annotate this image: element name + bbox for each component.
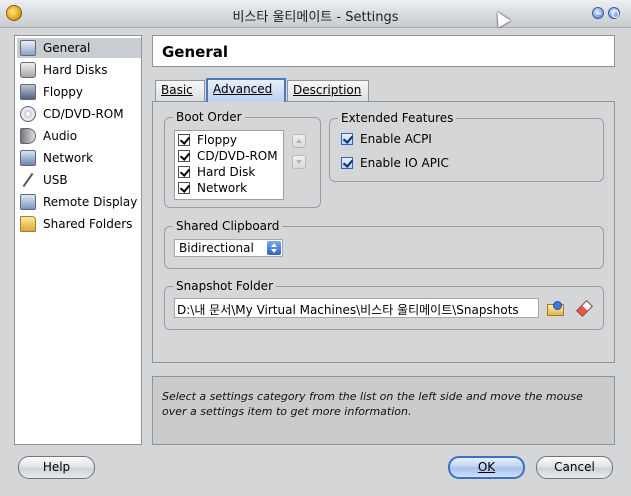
floppy-boot-checkbox[interactable] [178, 134, 190, 146]
list-item[interactable]: Network [178, 180, 247, 196]
list-item[interactable]: CD/DVD-ROM [178, 148, 278, 164]
boot-order-label: Boot Order [173, 110, 245, 124]
minimize-button[interactable] [592, 7, 604, 19]
window-title: 비스타 울티메이트 - Settings [232, 10, 399, 25]
chevron-down-icon [296, 160, 302, 164]
tab-advanced[interactable]: Advanced [206, 78, 286, 102]
page-header: General [152, 35, 615, 67]
sidebar-item-audio[interactable]: Audio [17, 126, 141, 146]
enable-acpi-label: Enable ACPI [360, 132, 432, 146]
sidebar-item-label: Remote Display [43, 195, 138, 209]
reset-folder-eraser-icon[interactable] [574, 299, 592, 317]
ok-button[interactable]: OK [448, 456, 525, 479]
info-panel: Select a settings category from the list… [152, 376, 615, 445]
sidebar-item-cd-dvd-rom[interactable]: CD/DVD-ROM [17, 104, 141, 124]
cancel-button[interactable]: Cancel [536, 456, 613, 479]
sidebar-item-label: Network [43, 151, 94, 165]
shared-clipboard-select[interactable]: Bidirectional [174, 239, 283, 257]
boot-item-label: Hard Disk [197, 165, 256, 179]
boot-item-label: Network [197, 181, 248, 195]
list-item[interactable]: Floppy [178, 132, 237, 148]
sidebar-item-usb[interactable]: USB [17, 170, 141, 190]
ok-button-label: OK [477, 460, 496, 474]
help-button[interactable]: Help [18, 456, 95, 479]
sidebar-item-shared-folders[interactable]: Shared Folders [17, 214, 141, 234]
enable-io-apic-option[interactable]: Enable IO APIC [341, 155, 449, 171]
hard-disk-icon [20, 62, 36, 78]
info-text: Select a settings category from the list… [162, 390, 583, 418]
close-button[interactable] [608, 7, 620, 19]
sidebar-item-label: USB [43, 173, 68, 187]
shared-clipboard-label: Shared Clipboard [173, 219, 283, 233]
move-down-button[interactable] [292, 155, 306, 169]
boot-item-label: CD/DVD-ROM [197, 149, 278, 163]
sidebar-item-network[interactable]: Network [17, 148, 141, 168]
floppy-icon [20, 84, 36, 100]
sidebar-item-floppy[interactable]: Floppy [17, 82, 141, 102]
network-boot-checkbox[interactable] [178, 182, 190, 194]
tab-label: Advanced [213, 82, 273, 96]
select-spinner-icon[interactable] [267, 241, 281, 255]
extended-features-group: Extended Features [329, 111, 604, 182]
chevron-up-icon [296, 139, 302, 143]
enable-io-apic-label: Enable IO APIC [360, 156, 449, 170]
shared-folders-icon [20, 216, 36, 232]
shared-clipboard-value: Bidirectional [179, 241, 254, 255]
cd-dvd-rom-boot-checkbox[interactable] [178, 150, 190, 162]
sidebar-item-general[interactable]: General [17, 38, 141, 58]
snapshot-folder-path: D:\내 문서\My Virtual Machines\비스타 울티메이트\Sn… [177, 303, 519, 317]
tab-description[interactable]: Description [287, 80, 369, 101]
sidebar-item-label: CD/DVD-ROM [43, 107, 124, 121]
remote-display-icon [20, 194, 36, 210]
sidebar-item-remote-display[interactable]: Remote Display [17, 192, 141, 212]
general-icon [20, 40, 36, 56]
sidebar-item-label: General [43, 41, 91, 55]
title-bar: 비스타 울티메이트 - Settings [0, 0, 631, 28]
sidebar-item-label: Shared Folders [43, 217, 133, 231]
tab-label: Basic [161, 83, 193, 97]
cd-rom-icon [20, 106, 36, 122]
extended-features-label: Extended Features [338, 111, 457, 125]
enable-io-apic-checkbox[interactable] [341, 157, 353, 169]
snapshot-folder-label: Snapshot Folder [173, 279, 276, 293]
settings-category-list[interactable]: General Hard Disks Floppy CD/DVD-ROM Aud… [14, 35, 142, 445]
sidebar-item-hard-disks[interactable]: Hard Disks [17, 60, 141, 80]
boot-item-label: Floppy [197, 133, 237, 147]
move-up-button[interactable] [292, 134, 306, 148]
boot-order-list[interactable]: Floppy CD/DVD-ROM Hard Disk Network [174, 130, 284, 200]
select-folder-icon[interactable] [546, 299, 564, 317]
sidebar-item-label: Hard Disks [43, 63, 108, 77]
page-title: General [162, 43, 228, 61]
tab-basic[interactable]: Basic [155, 80, 205, 101]
snapshot-folder-path-field[interactable]: D:\내 문서\My Virtual Machines\비스타 울티메이트\Sn… [174, 298, 539, 318]
enable-acpi-option[interactable]: Enable ACPI [341, 131, 432, 147]
tab-label: Description [293, 83, 362, 97]
sidebar-item-label: Audio [43, 129, 78, 143]
usb-icon [20, 172, 36, 188]
network-icon [20, 150, 36, 166]
hard-disk-boot-checkbox[interactable] [178, 166, 190, 178]
sidebar-item-label: Floppy [43, 85, 83, 99]
enable-acpi-checkbox[interactable] [341, 133, 353, 145]
list-item[interactable]: Hard Disk [178, 164, 255, 180]
audio-icon [20, 128, 36, 144]
